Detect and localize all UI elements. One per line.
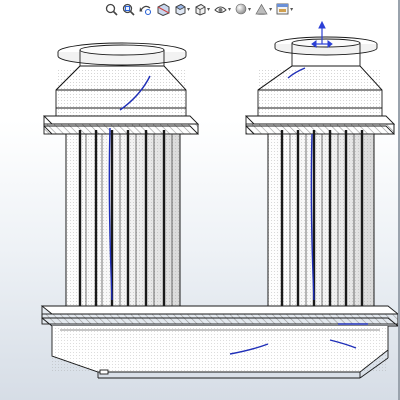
move-triad[interactable]	[311, 20, 333, 48]
left-column[interactable]	[42, 42, 200, 307]
right-tube-sheet[interactable]	[244, 115, 396, 135]
right-column[interactable]	[244, 36, 396, 307]
right-transition-hood[interactable]	[257, 65, 383, 117]
graphics-viewport[interactable]	[0, 0, 400, 400]
right-tube-bundle[interactable]	[267, 130, 375, 307]
left-tube-sheet[interactable]	[42, 115, 200, 135]
right-top-flange[interactable]	[274, 36, 378, 66]
left-top-flange[interactable]	[57, 42, 187, 67]
base-tank[interactable]	[40, 305, 400, 379]
left-tube-bundle[interactable]	[65, 130, 181, 307]
